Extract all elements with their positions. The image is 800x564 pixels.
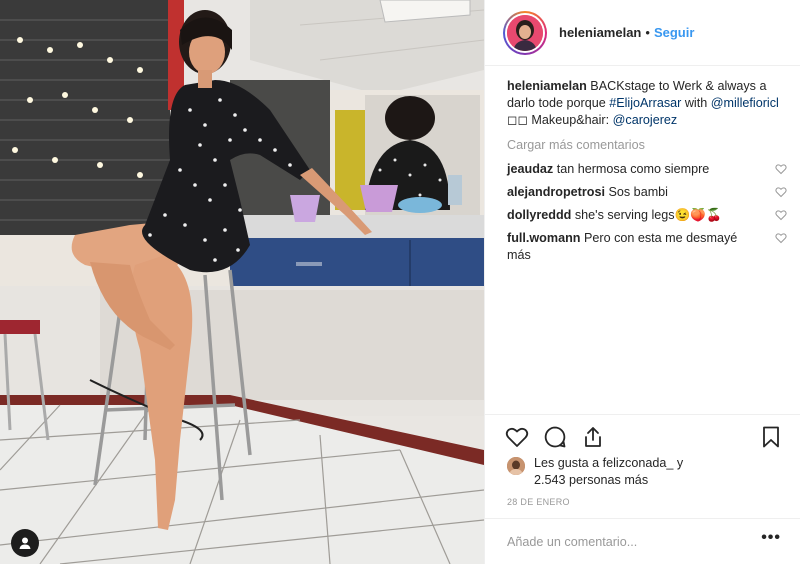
avatar[interactable] [507,14,543,51]
heart-icon[interactable] [505,425,529,449]
comment-item: alejandropetrosi Sos bambi [507,184,787,201]
follow-button[interactable]: Seguir [654,25,694,40]
hashtag-link[interactable]: #ElijoArrasar [609,96,681,110]
heart-icon[interactable] [775,209,787,221]
action-bar [485,414,800,457]
add-comment-bar: ••• [485,518,800,564]
comment-text: tan hermosa como siempre [556,162,710,176]
caption-username[interactable]: heleniamelan [507,79,587,93]
share-icon[interactable] [581,425,605,449]
comment-item: jeaudaz tan hermosa como siempre [507,161,787,178]
bookmark-icon[interactable] [759,425,783,449]
likes-prefix: Les gusta a [534,456,603,470]
post-date[interactable]: 28 DE ENERO [507,497,570,507]
likes-suffix: y [673,456,684,470]
load-more-comments-button[interactable]: Cargar más comentarios [507,137,787,154]
comment-item: full.womann Pero con esta me desmayé más [507,230,787,264]
post-side-panel: heleniamelan • Seguir heleniamelan BACKs… [484,0,800,564]
liker-username[interactable]: felizconada_ [603,456,674,470]
comment-username[interactable]: full.womann [507,231,580,245]
comment-username[interactable]: dollyreddd [507,208,571,222]
comment-text: Sos bambi [608,185,668,199]
user-tag-button[interactable] [11,529,39,557]
liker-avatar-image [507,457,525,475]
username-link[interactable]: heleniamelan [559,25,641,40]
backstage-photo-illustration [0,0,484,564]
heart-icon[interactable] [775,232,787,244]
liker-avatar[interactable] [507,457,525,475]
comment-icon[interactable] [543,425,567,449]
comment-username[interactable]: jeaudaz [507,162,553,176]
caption-text: ◻◻ Makeup&hair: [507,113,613,127]
post-photo[interactable] [0,0,484,564]
user-tag-icon [19,537,31,549]
mention-link[interactable]: @millefioricl [711,96,779,110]
comment-text: she's serving legs😉🍑🍒 [574,208,722,222]
heart-icon[interactable] [775,163,787,175]
story-ring[interactable] [503,10,547,55]
heart-icon[interactable] [775,186,787,198]
comment-username[interactable]: alejandropetrosi [507,185,605,199]
comments-section: heleniamelan BACKstage to Werk & always … [507,78,787,270]
more-options-button[interactable]: ••• [761,530,781,546]
post-header: heleniamelan • Seguir [485,0,800,66]
caption-text: with [681,96,711,110]
mention-link[interactable]: @carojerez [613,113,678,127]
separator-dot: • [645,25,650,40]
post-caption: heleniamelan BACKstage to Werk & always … [507,78,787,129]
avatar-image [507,14,543,51]
add-comment-input[interactable] [505,531,739,553]
likes-count-link[interactable]: 2.543 personas más [534,473,648,487]
likes-summary: Les gusta a felizconada_ y 2.543 persona… [507,455,787,489]
comment-item: dollyreddd she's serving legs😉🍑🍒 [507,207,787,224]
